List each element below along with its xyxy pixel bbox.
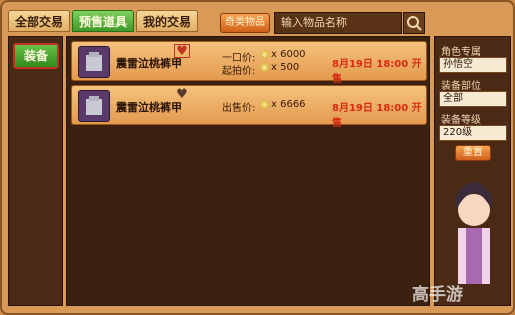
price-label: 起拍价: bbox=[222, 66, 256, 77]
favorite-icon[interactable]: ♥ bbox=[174, 88, 190, 102]
price-value: x 6000 bbox=[260, 49, 306, 60]
listing-panel: 震雷泣桃裤甲 ♥ 一口价: x 6000 起拍价: x 500 8月19日 18… bbox=[66, 36, 430, 306]
item-name: 震雷泣桃裤甲 bbox=[116, 57, 182, 70]
armor-icon bbox=[86, 96, 102, 115]
gold-coin-icon bbox=[260, 62, 269, 72]
category-equipment[interactable]: 装备 bbox=[13, 43, 59, 69]
tab-presale-items[interactable]: 预售道具 bbox=[72, 10, 135, 32]
trade-window: 全部交易 预售道具 我的交易 奇类物品 输入物品名称 装备 震雷泣桃裤甲 ♥ 一… bbox=[0, 0, 515, 315]
role-select[interactable]: 孙悟空 bbox=[439, 57, 507, 73]
favorite-icon[interactable]: ♥ bbox=[174, 44, 190, 59]
listing-row[interactable]: 震雷泣桃裤甲 ♥ 一口价: x 6000 起拍价: x 500 8月19日 18… bbox=[71, 41, 427, 85]
item-name: 震雷泣桃裤甲 bbox=[116, 101, 182, 114]
character-illustration bbox=[456, 182, 492, 284]
special-items-button[interactable]: 奇类物品 bbox=[220, 13, 270, 33]
gold-coin-icon bbox=[260, 49, 269, 59]
listing-row[interactable]: 震雷泣桃裤甲 ♥ 出售价: x 6666 8月19日 18:00 开售 bbox=[71, 85, 427, 129]
tab-my-trades[interactable]: 我的交易 bbox=[136, 10, 199, 32]
tab-all-trades[interactable]: 全部交易 bbox=[8, 10, 71, 32]
price-value: x 500 bbox=[260, 62, 299, 73]
level-select[interactable]: 220级 bbox=[439, 125, 507, 141]
item-thumbnail bbox=[78, 46, 110, 78]
price-label: 出售价: bbox=[222, 103, 256, 114]
role-label: 角色专属 bbox=[441, 47, 481, 58]
gold-coin-icon bbox=[260, 99, 269, 109]
price-value: x 6666 bbox=[260, 99, 306, 110]
watermark-logo: 高手游 bbox=[412, 285, 463, 305]
slot-select[interactable]: 全部 bbox=[439, 91, 507, 107]
level-label: 装备等级 bbox=[441, 115, 481, 126]
reset-button[interactable]: 重置 bbox=[455, 145, 491, 161]
item-thumbnail bbox=[78, 90, 110, 122]
slot-label: 装备部位 bbox=[441, 81, 481, 92]
search-button[interactable] bbox=[403, 12, 425, 34]
sale-time: 8月19日 18:00 开售 bbox=[332, 103, 422, 129]
sale-time: 8月19日 18:00 开售 bbox=[332, 59, 422, 85]
search-input[interactable]: 输入物品名称 bbox=[274, 12, 402, 34]
category-panel: 装备 bbox=[8, 36, 63, 306]
npc-portrait bbox=[440, 170, 508, 298]
armor-icon bbox=[86, 52, 102, 71]
tab-bar: 全部交易 预售道具 我的交易 bbox=[8, 10, 199, 36]
search-icon bbox=[407, 16, 422, 31]
